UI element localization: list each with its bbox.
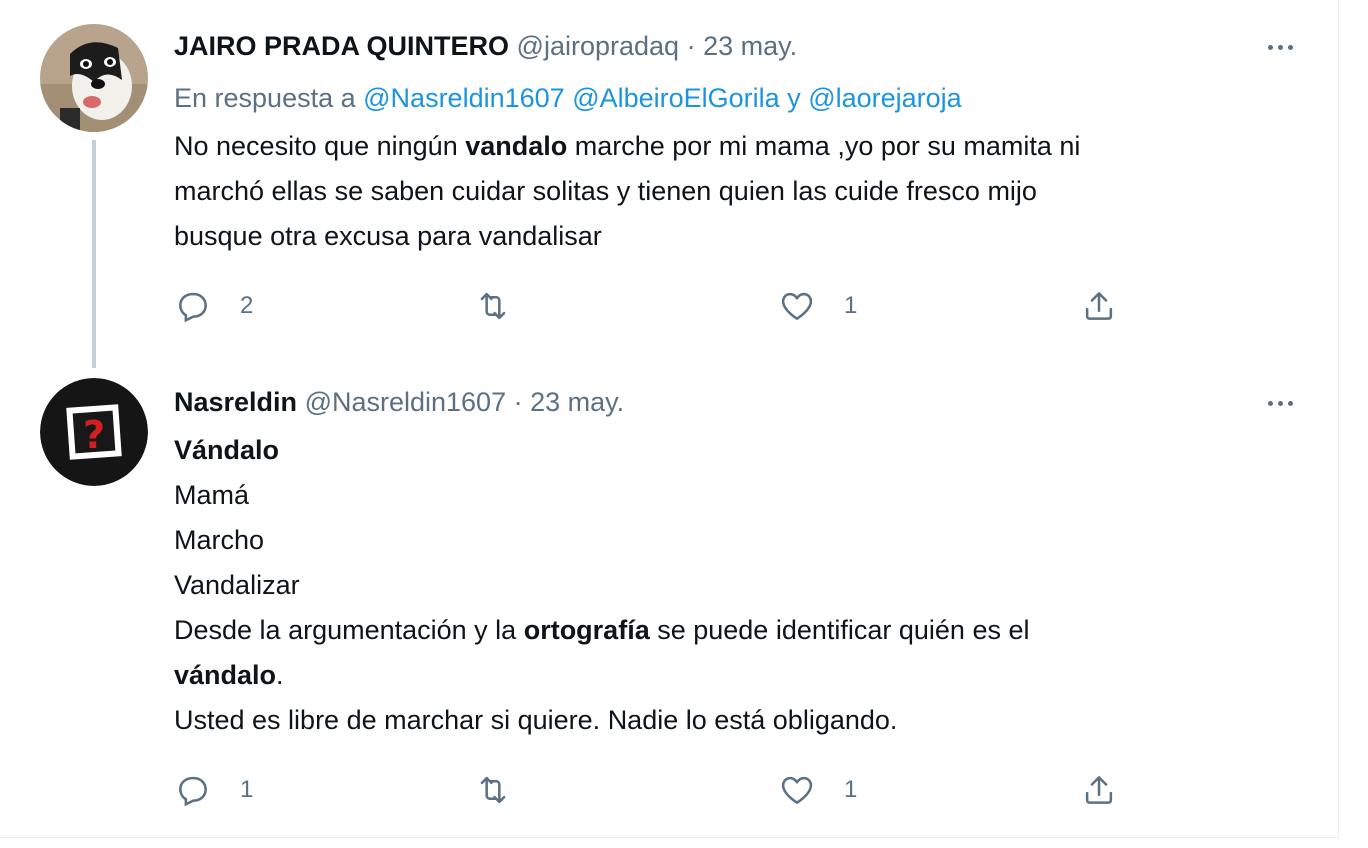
text-line: Marcho: [174, 525, 265, 555]
text-segment: se puede identificar quién es el: [649, 615, 1030, 645]
display-name[interactable]: Nasreldin: [174, 387, 297, 417]
reply-icon: [179, 776, 207, 807]
bold-word: ortografía: [523, 615, 650, 645]
tweet-date[interactable]: 23 may.: [530, 387, 624, 417]
text-line: Mamá: [174, 480, 250, 510]
reply-count: 1: [240, 776, 254, 803]
share-icon: [1085, 776, 1113, 804]
text-line: Usted es libre de marchar si quiere. Nad…: [174, 705, 898, 735]
avatar[interactable]: ?: [40, 378, 148, 486]
user-handle[interactable]: @Nasreldin1607: [305, 387, 507, 417]
svg-text:?: ?: [83, 413, 105, 457]
text-line: Desde la argumentación y la ortografía s…: [174, 608, 1314, 653]
like-button[interactable]: 1: [778, 770, 857, 810]
tweet-actions: 1 1: [174, 770, 1174, 810]
text-line: Vándalo: [174, 428, 1314, 473]
bold-word: vándalo: [174, 660, 277, 690]
more-options-icon[interactable]: [1258, 388, 1302, 418]
share-button[interactable]: [1080, 770, 1118, 810]
tweet-2[interactable]: ? Nasreldin @Nasreldin1607 · 23 may. Ván…: [0, 0, 1338, 838]
tweet-text: Vándalo Mamá Marcho Vandalizar Desde la …: [174, 428, 1314, 743]
reply-button[interactable]: 1: [174, 770, 253, 810]
tweet-header: Nasreldin @Nasreldin1607 · 23 may.: [174, 384, 624, 420]
bold-word: Vándalo: [174, 435, 280, 465]
retweet-button[interactable]: [474, 770, 540, 810]
text-segment: Desde la argumentación y la: [174, 615, 524, 645]
text-line: vándalo.: [174, 653, 1314, 698]
like-count: 1: [844, 776, 858, 803]
separator-dot: ·: [513, 387, 523, 417]
heart-icon: [781, 776, 813, 804]
retweet-icon: [480, 776, 506, 804]
text-segment: .: [276, 660, 284, 690]
text-line: Vandalizar: [174, 570, 300, 600]
